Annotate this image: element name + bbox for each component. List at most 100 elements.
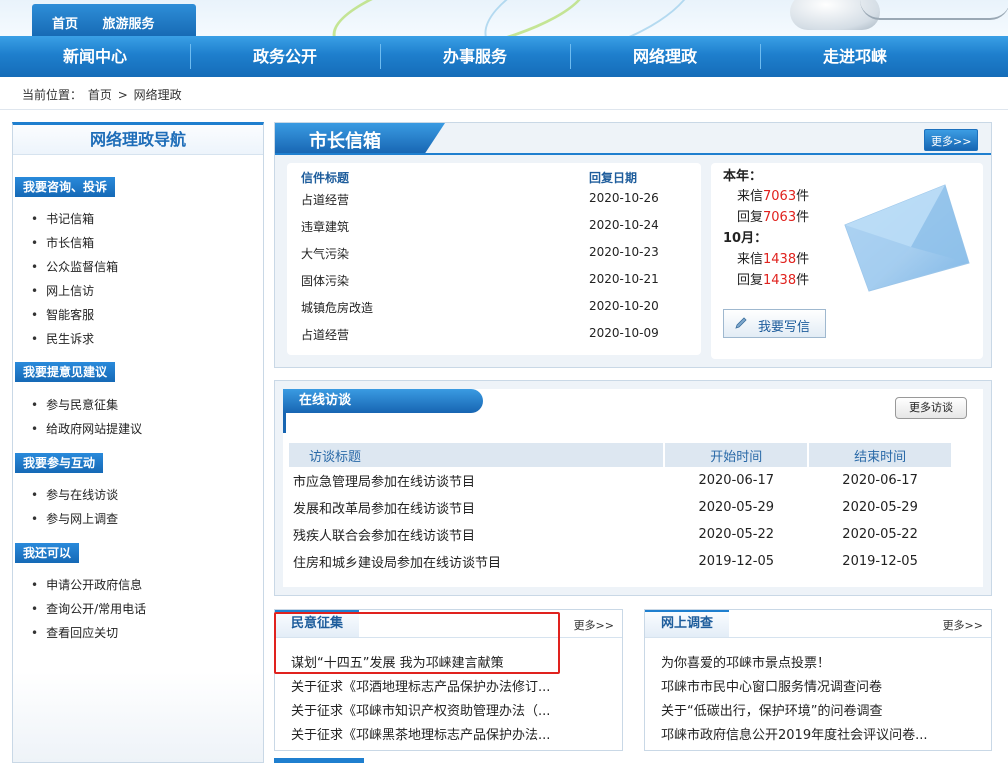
list-item: 固体污染 2020-10-21 [287, 266, 701, 293]
stat-value: 1438 [763, 252, 797, 267]
list-item: 占道经营 2020-10-26 [287, 185, 701, 212]
highlight-box [0, 36, 1008, 77]
sidebar-item-opinion-collection[interactable]: 参与民意征集 [31, 396, 118, 413]
column-header: 访谈标题 [289, 443, 666, 467]
interview-end: 2020-05-29 [842, 500, 918, 515]
letter-date: 2020-10-09 [589, 326, 659, 340]
sidebar-item-phone-directory[interactable]: 查询公开/常用电话 [31, 600, 146, 617]
letter-date: 2020-10-26 [589, 191, 659, 205]
letter-date: 2020-10-23 [589, 245, 659, 259]
tab-home[interactable]: 首页 [52, 17, 78, 32]
letter-title[interactable]: 占道经营 [301, 191, 349, 208]
sidebar-watermark [13, 672, 263, 762]
list-item[interactable]: 关于征求《邛酒地理标志产品保护办法修订... [291, 676, 550, 695]
sidebar-item-view-responses[interactable]: 查看回应关切 [31, 624, 118, 641]
sidebar-item-livelihood-appeal[interactable]: 民生诉求 [31, 330, 94, 347]
interview-start: 2020-05-22 [698, 527, 775, 542]
table-row: 残疾人联合会参加在线访谈节目 2020-05-22 2020-05-22 [289, 521, 952, 548]
mailbox-more-button[interactable]: 更多>> [924, 129, 979, 151]
more-interviews-button[interactable]: 更多访谈 [895, 397, 967, 419]
bottom-accent-bar [274, 758, 364, 763]
letter-title[interactable]: 固体污染 [301, 272, 349, 289]
sidebar-item-website-suggestion[interactable]: 给政府网站提建议 [31, 420, 142, 437]
table-row: 发展和改革局参加在线访谈节目 2020-05-29 2020-05-29 [289, 494, 952, 521]
divider [645, 637, 991, 638]
letter-title[interactable]: 城镇危房改造 [301, 299, 373, 316]
sidebar-item-online-survey[interactable]: 参与网上调查 [31, 510, 118, 527]
stat-suffix: 件 [796, 189, 810, 204]
stat-value: 7063 [763, 210, 797, 225]
sidebar: 网络理政导航 我要咨询、投诉 书记信箱 市长信箱 公众监督信箱 网上信访 智能客… [12, 122, 264, 763]
letter-date: 2020-10-20 [589, 299, 659, 313]
sidebar-item-secretary-mailbox[interactable]: 书记信箱 [31, 210, 94, 227]
interview-title[interactable]: 市应急管理局参加在线访谈节目 [289, 467, 664, 494]
interview-title[interactable]: 残疾人联合会参加在线访谈节目 [289, 521, 664, 548]
interview-table: 访谈标题 开始时间 结束时间 市应急管理局参加在线访谈节目 2020-06-17… [289, 443, 953, 575]
interview-start: 2020-06-17 [698, 473, 775, 488]
interview-end: 2020-06-17 [842, 473, 918, 488]
interview-start: 2019-12-05 [698, 554, 775, 569]
breadcrumb-home[interactable]: 首页 [88, 88, 112, 102]
opinion-more-link[interactable]: 更多>> [574, 617, 614, 633]
divider [0, 109, 1008, 110]
sidebar-item-online-interview[interactable]: 参与在线访谈 [31, 486, 118, 503]
interview-title[interactable]: 发展和改革局参加在线访谈节目 [289, 494, 664, 521]
stat-prefix: 来信 [737, 252, 764, 267]
breadcrumb-current: 网络理政 [133, 88, 182, 102]
top-tab-bar: 首页 旅游服务 [32, 4, 196, 40]
stat-value: 7063 [763, 189, 797, 204]
mayor-mailbox-panel: 市长信箱 更多>> 信件标题 回复日期 占道经营 2020-10-26 违章建筑… [274, 122, 992, 368]
divider [275, 153, 991, 155]
interview-start: 2020-05-29 [698, 500, 775, 515]
list-item: 大气污染 2020-10-23 [287, 239, 701, 266]
sidebar-item-smart-service[interactable]: 智能客服 [31, 306, 94, 323]
letter-title[interactable]: 违章建筑 [301, 218, 349, 235]
sidebar-item-apply-info-disclosure[interactable]: 申请公开政府信息 [31, 576, 142, 593]
breadcrumb-separator: > [117, 88, 128, 102]
stat-prefix: 回复 [737, 273, 764, 288]
list-item[interactable]: 关于征求《邛崃黑茶地理标志产品保护办法... [291, 724, 550, 743]
interview-title[interactable]: 住房和城乡建设局参加在线访谈节目 [289, 548, 664, 575]
sidebar-item-online-petition[interactable]: 网上信访 [31, 282, 94, 299]
stat-prefix: 回复 [737, 210, 764, 225]
letter-title[interactable]: 大气污染 [301, 245, 349, 262]
year-label: 本年： [723, 169, 763, 184]
sidebar-group-also: 我还可以 [15, 543, 80, 563]
column-header: 开始时间 [664, 443, 810, 467]
online-survey-panel: 网上调查 更多>> 为你喜爱的邛崃市景点投票！ 邛崃市市民中心窗口服务情况调查问… [644, 609, 992, 751]
sidebar-item-public-supervision-mailbox[interactable]: 公众监督信箱 [31, 258, 118, 275]
stat-suffix: 件 [796, 273, 810, 288]
column-header-title: 信件标题 [301, 171, 350, 185]
list-item[interactable]: 邛崃市政府信息公开2019年度社会评议问卷... [661, 724, 927, 743]
list-item: 占道经营 2020-10-09 [287, 320, 701, 347]
sidebar-item-mayor-mailbox[interactable]: 市长信箱 [31, 234, 94, 251]
stat-prefix: 来信 [737, 189, 764, 204]
stat-suffix: 件 [796, 210, 810, 225]
online-interview-panel: 在线访谈 更多访谈 访谈标题 开始时间 结束时间 市应急管理局参加在线访谈节目 … [274, 380, 992, 596]
list-item[interactable]: 关于“低碳出行，保护环境”的问卷调查 [661, 700, 882, 719]
stat-value: 1438 [763, 273, 797, 288]
banner-swoosh-decoration [471, 0, 709, 40]
sidebar-group-suggestions: 我要提意见建议 [15, 362, 116, 382]
mouse-cable-illustration [860, 0, 1008, 20]
interview-end: 2020-05-22 [842, 527, 918, 542]
month-replied: 回复1438件 [737, 269, 809, 288]
sidebar-group-interaction: 我要参与互动 [15, 453, 104, 473]
write-letter-button[interactable]: 我要写信 [723, 309, 826, 338]
list-item[interactable]: 为你喜爱的邛崃市景点投票！ [661, 652, 830, 671]
column-header: 结束时间 [808, 443, 953, 467]
sidebar-group-consult: 我要咨询、投诉 [15, 177, 116, 197]
online-survey-tab[interactable]: 网上调查 [645, 610, 730, 637]
envelope-icon [844, 184, 970, 292]
table-row: 住房和城乡建设局参加在线访谈节目 2019-12-05 2019-12-05 [289, 548, 952, 575]
letter-title[interactable]: 占道经营 [301, 326, 349, 343]
list-item[interactable]: 关于征求《邛崃市知识产权资助管理办法（... [291, 700, 550, 719]
tab-tourism-service[interactable]: 旅游服务 [103, 17, 155, 32]
interview-end: 2019-12-05 [842, 554, 918, 569]
year-replied: 回复7063件 [737, 206, 809, 225]
title-accent [283, 413, 286, 433]
list-item: 违章建筑 2020-10-24 [287, 212, 701, 239]
mayor-mailbox-title: 市长信箱 [275, 123, 445, 154]
list-item[interactable]: 邛崃市市民中心窗口服务情况调查问卷 [661, 676, 882, 695]
survey-more-link[interactable]: 更多>> [943, 617, 983, 633]
